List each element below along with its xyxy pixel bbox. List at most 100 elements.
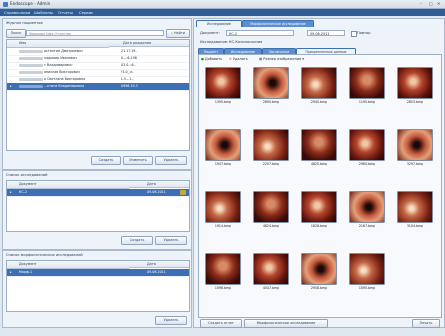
thumbnail-item[interactable]: 1096.bmp xyxy=(205,253,241,291)
row-pointer-icon: ▸ xyxy=(10,270,12,274)
print-button[interactable]: Печать xyxy=(412,319,440,328)
studies-title: Список исследований xyxy=(6,173,48,177)
thumbnail-item[interactable]: 2890.bmp xyxy=(253,67,289,105)
patients-table: Имя Дата рождения астантин Дмитриевич 21.… xyxy=(6,39,190,151)
image-size-dropdown[interactable]: ▦ Размер изображения ▾ xyxy=(259,57,304,61)
delete-patient-button[interactable]: Удалить xyxy=(155,156,187,165)
create-study-button[interactable]: Создать xyxy=(121,236,153,245)
endoscopy-image xyxy=(253,129,289,161)
thumbnail-item[interactable]: 2853.bmp xyxy=(397,67,433,105)
col-document: Документ xyxy=(7,261,129,269)
endoscopy-image xyxy=(301,253,337,285)
endoscopy-image xyxy=(301,67,337,99)
col-date: Дата xyxy=(129,261,189,268)
table-row-selected[interactable]: ▸ КС-2 09.06.2011 xyxy=(7,189,189,197)
create-patient-button[interactable]: Создать xyxy=(91,156,121,165)
thumbnail-filename: 2890.bmp xyxy=(262,100,280,104)
folder-icon[interactable] xyxy=(180,189,186,195)
add-icon: ● xyxy=(201,57,204,61)
morph-title: Список морфологических исследований xyxy=(6,253,83,257)
thumbnail-item[interactable]: 1395.bmp xyxy=(205,67,241,105)
thumbnail-filename: 1095.bmp xyxy=(358,286,376,290)
table-row-selected[interactable]: ▸ ...ктина Владимировна 0998.19.3 xyxy=(7,83,189,91)
maximize-button[interactable]: □ xyxy=(429,1,433,6)
thumbnail-item[interactable]: 1914.bmp xyxy=(205,191,241,229)
close-button[interactable]: ✕ xyxy=(437,1,440,6)
add-label: Добавить xyxy=(205,57,223,61)
endoscopy-image xyxy=(349,67,385,99)
find-icon: ⌕ xyxy=(171,31,173,35)
document-field[interactable]: КС-2 xyxy=(226,30,294,36)
thumbnail-filename: 2167.bmp xyxy=(358,224,376,228)
thumbnail-item[interactable]: 1195.bmp xyxy=(349,67,385,105)
table-row-selected[interactable]: ▸ Морф-1 09.06.2011 xyxy=(7,269,189,277)
endoscopy-image xyxy=(253,191,289,223)
thumbnail-item[interactable]: 4820.bmp xyxy=(301,129,337,167)
morph-panel: Список морфологических исследований Доку… xyxy=(2,250,192,328)
delete-icon: ✕ xyxy=(229,57,232,61)
thumbnail-item[interactable]: 1828.bmp xyxy=(301,191,337,229)
thumbnail-item[interactable]: 2958.bmp xyxy=(301,253,337,291)
delete-label: Удалить xyxy=(232,57,248,61)
thumbnail-filename: 1914.bmp xyxy=(214,224,232,228)
thumbnail-item[interactable]: 2167.bmp xyxy=(349,191,385,229)
endoscopy-image xyxy=(397,129,433,161)
resize-icon: ▦ xyxy=(259,57,263,61)
thumbnail-item[interactable]: 2960.bmp xyxy=(349,129,385,167)
thumbnail-filename: 4820.bmp xyxy=(310,162,328,166)
thumbnail-filename: 1947.bmp xyxy=(214,162,232,166)
thumbnail-item[interactable]: 3297.bmp xyxy=(397,129,433,167)
thumbnail-item[interactable]: 4047.bmp xyxy=(253,253,289,291)
thumbnail-item[interactable]: 2207.bmp xyxy=(253,129,289,167)
menu-templates[interactable]: Шаблоны xyxy=(34,10,53,15)
delete-morph-button[interactable]: Удалить xyxy=(155,316,187,325)
studies-table: Документ Дата ▸ КС-2 09.06.2011 xyxy=(6,180,190,232)
thumbnail-filename: 2958.bmp xyxy=(310,286,328,290)
search-button[interactable]: Поиск xyxy=(6,29,26,38)
thumbnail-item[interactable]: 2945.bmp xyxy=(301,67,337,105)
endoscopy-image xyxy=(205,191,241,223)
studies-panel: Список исследований Документ Дата ▸ КС-2… xyxy=(2,170,192,250)
create-report-button[interactable]: Создать отчет xyxy=(200,319,242,328)
study-type: КС-Колоноскопия xyxy=(229,40,263,44)
tab-study[interactable]: Исследование xyxy=(196,20,242,27)
thumbnail-filename: 3104.bmp xyxy=(406,224,424,228)
morph-study-button[interactable]: Морфологическое исследование xyxy=(244,319,328,328)
thumbnail-item[interactable]: 4824.bmp xyxy=(253,191,289,229)
minimize-button[interactable]: – xyxy=(420,1,422,6)
row-pointer-icon: ▸ xyxy=(10,84,12,88)
date-field[interactable]: 09.06.2011 xyxy=(307,30,345,36)
thumbnail-item[interactable]: 1947.bmp xyxy=(205,129,241,167)
delete-button[interactable]: ✕ Удалить xyxy=(229,57,248,61)
thumbnail-filename: 2207.bmp xyxy=(262,162,280,166)
endoscopy-image xyxy=(349,129,385,161)
edit-patient-button[interactable]: Изменить xyxy=(123,156,153,165)
endoscopy-image xyxy=(253,67,289,99)
thumbnail-item[interactable]: 1095.bmp xyxy=(349,253,385,291)
tab-morphology[interactable]: Морфологическое исследование xyxy=(242,20,314,27)
col-birthdate: Дата рождения xyxy=(109,40,189,47)
window-title: Endoscope - Admin xyxy=(10,1,51,6)
add-button[interactable]: ● Добавить xyxy=(201,57,222,61)
repeat-label: Повтор xyxy=(357,31,371,35)
menu-service[interactable]: Сервис xyxy=(79,10,93,15)
menu-reports[interactable]: Отчеты xyxy=(58,10,73,15)
thumbnail-filename: 2960.bmp xyxy=(358,162,376,166)
patients-title: Журнал пациентов xyxy=(6,21,43,25)
menu-references[interactable]: Справочники xyxy=(4,10,30,15)
endoscopy-image xyxy=(205,253,241,285)
endoscopy-image xyxy=(205,67,241,99)
thumbnail-filename: 1195.bmp xyxy=(358,100,376,104)
endoscopy-image xyxy=(253,253,289,285)
endoscopy-image xyxy=(349,253,385,285)
thumbnail-item[interactable]: 3104.bmp xyxy=(397,191,433,229)
row-pointer-icon: ▸ xyxy=(10,190,12,194)
thumbnail-filename: 1096.bmp xyxy=(214,286,232,290)
thumbnail-filename: 3297.bmp xyxy=(406,162,424,166)
patient-search-input[interactable]: Фамилия Имя Отчество xyxy=(26,29,164,36)
endoscopy-image xyxy=(301,191,337,223)
delete-study-button[interactable]: Удалить xyxy=(155,236,187,245)
col-date: Дата xyxy=(129,181,189,188)
find-button[interactable]: ⌕ Найти xyxy=(166,29,190,38)
col-document: Документ xyxy=(7,181,129,189)
